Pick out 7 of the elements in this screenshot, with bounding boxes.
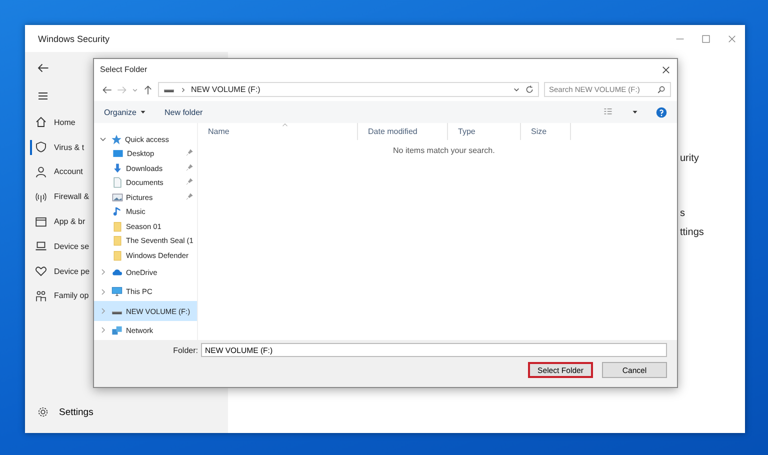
dialog-title: Select Folder — [100, 65, 148, 74]
partial-text: ttings — [680, 227, 702, 238]
partial-text: urity — [680, 153, 700, 164]
empty-message: No items match your search. — [393, 146, 495, 155]
window-title: Windows Security — [38, 34, 111, 44]
partial-text: s — [680, 208, 686, 219]
folder-label: Folder: — [173, 346, 198, 354]
